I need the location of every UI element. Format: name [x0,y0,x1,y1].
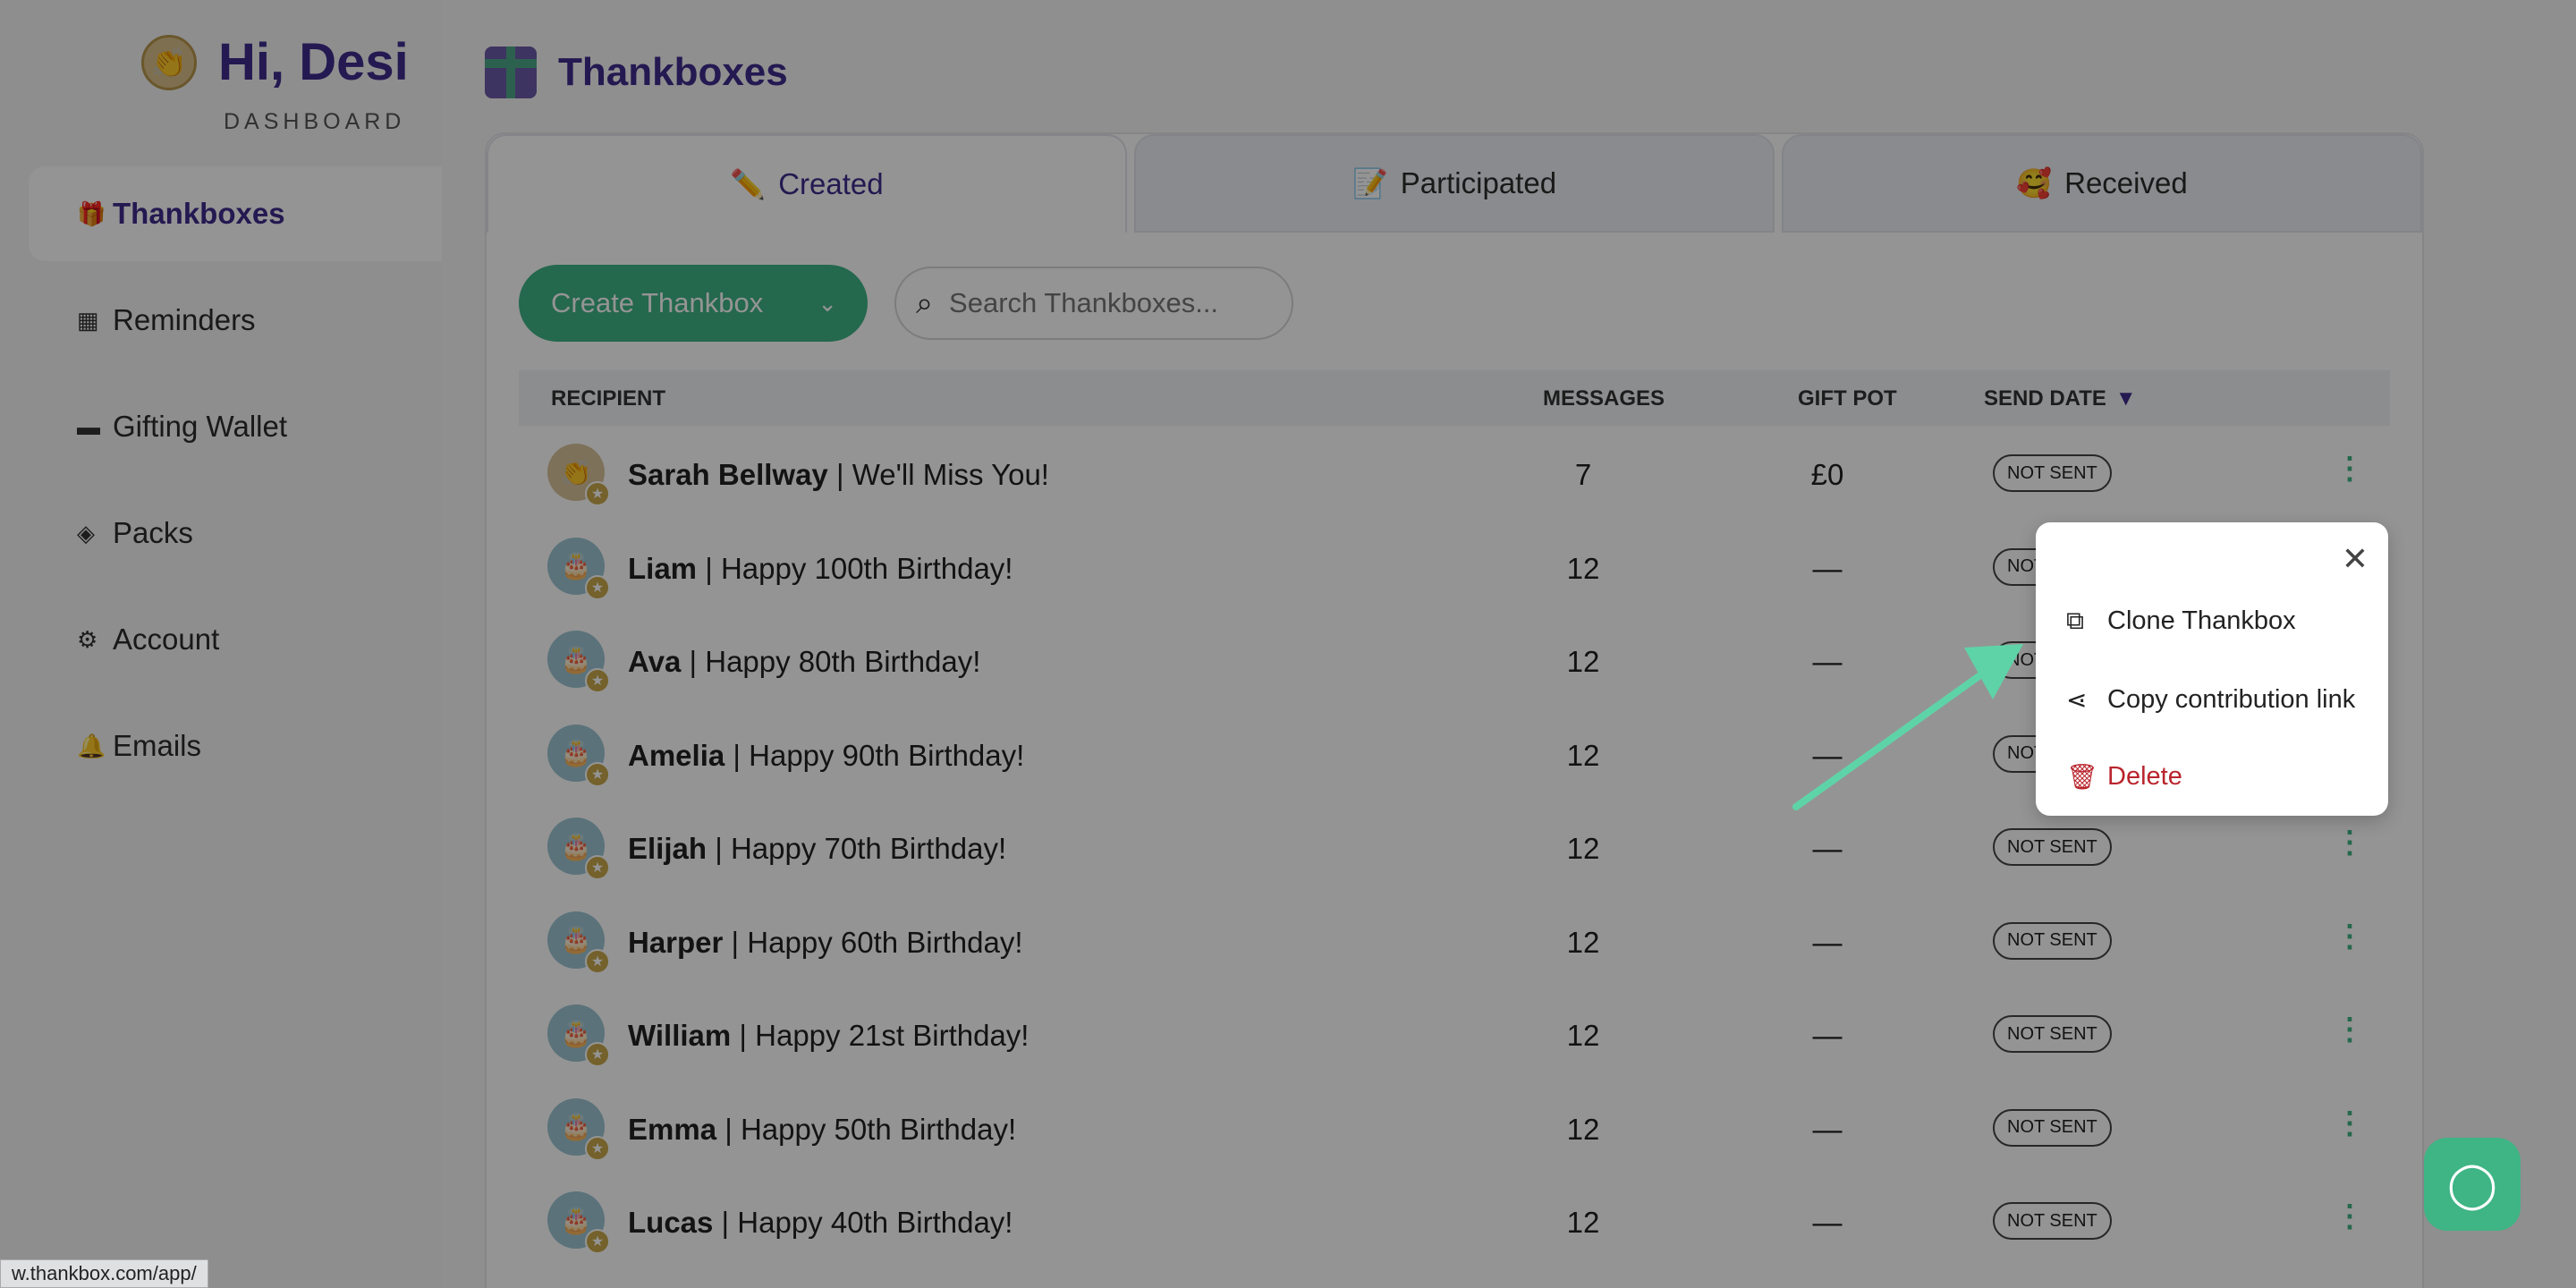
pointer-arrow-icon [1792,644,2023,810]
